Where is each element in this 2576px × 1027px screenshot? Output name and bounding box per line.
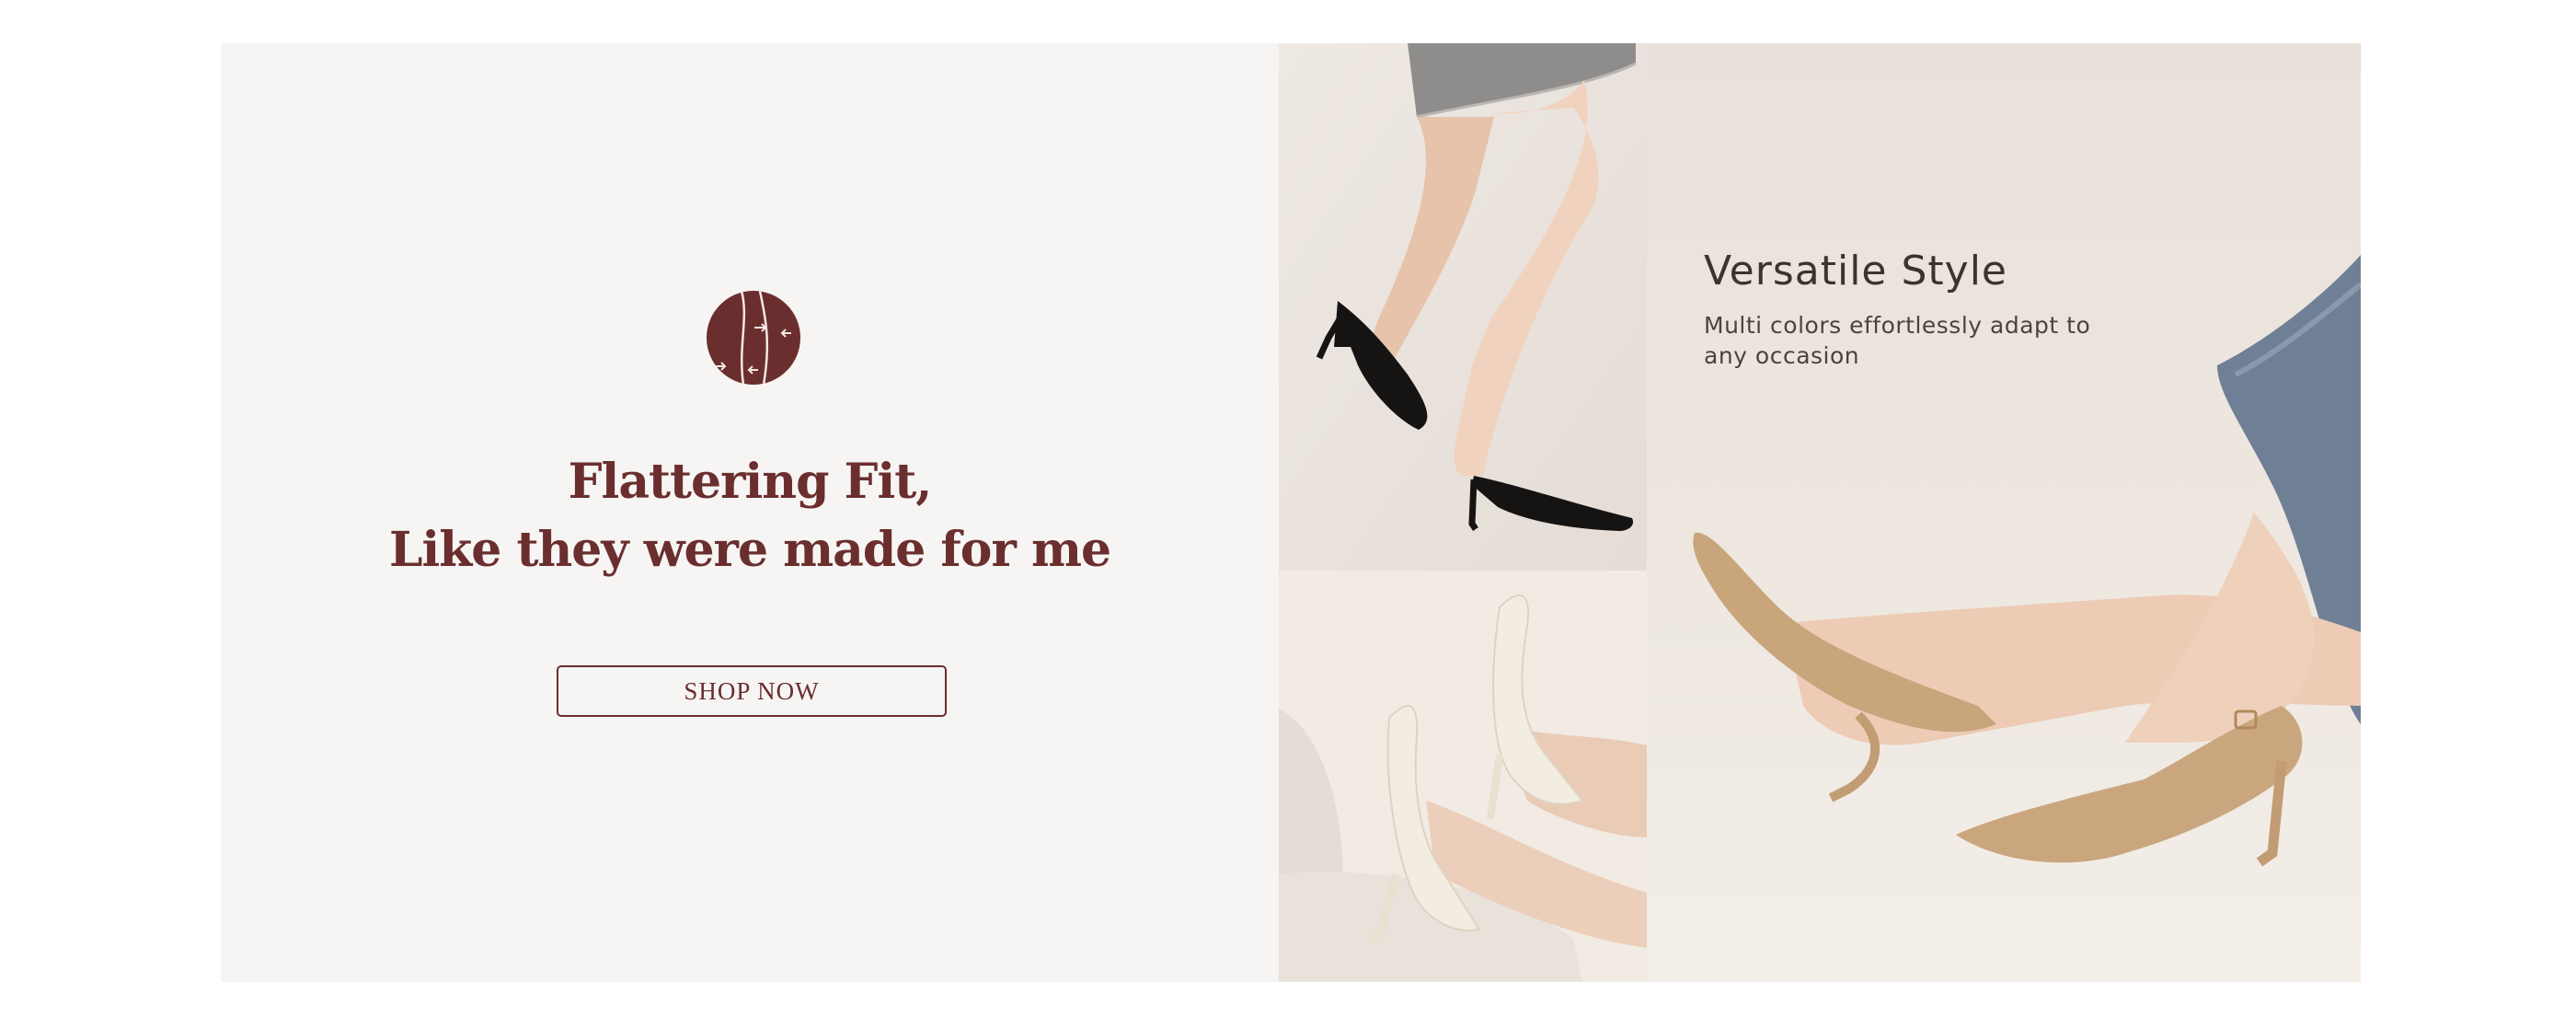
leg-fit-icon: [707, 291, 800, 385]
cream-heels-photo: [1279, 571, 1647, 982]
shop-now-button[interactable]: SHOP NOW: [557, 665, 947, 717]
promo-panel: Flattering Fit, Like they were made for …: [221, 43, 1279, 982]
photo-column: [1279, 43, 1647, 982]
headline-line-2: Like they were made for me: [388, 522, 1111, 578]
feature-description: Multi colors effortlessly adapt to any o…: [1704, 312, 2091, 369]
black-heels-photo: [1279, 43, 1647, 571]
headline-line-1: Flattering Fit,: [568, 454, 933, 510]
headline: Flattering Fit, Like they were made for …: [221, 448, 1279, 584]
feature-title: Versatile Style: [1704, 248, 2008, 294]
tan-heels-photo: Versatile Style Multi colors effortlessl…: [1647, 43, 2361, 982]
promo-banner: Flattering Fit, Like they were made for …: [221, 43, 2361, 982]
